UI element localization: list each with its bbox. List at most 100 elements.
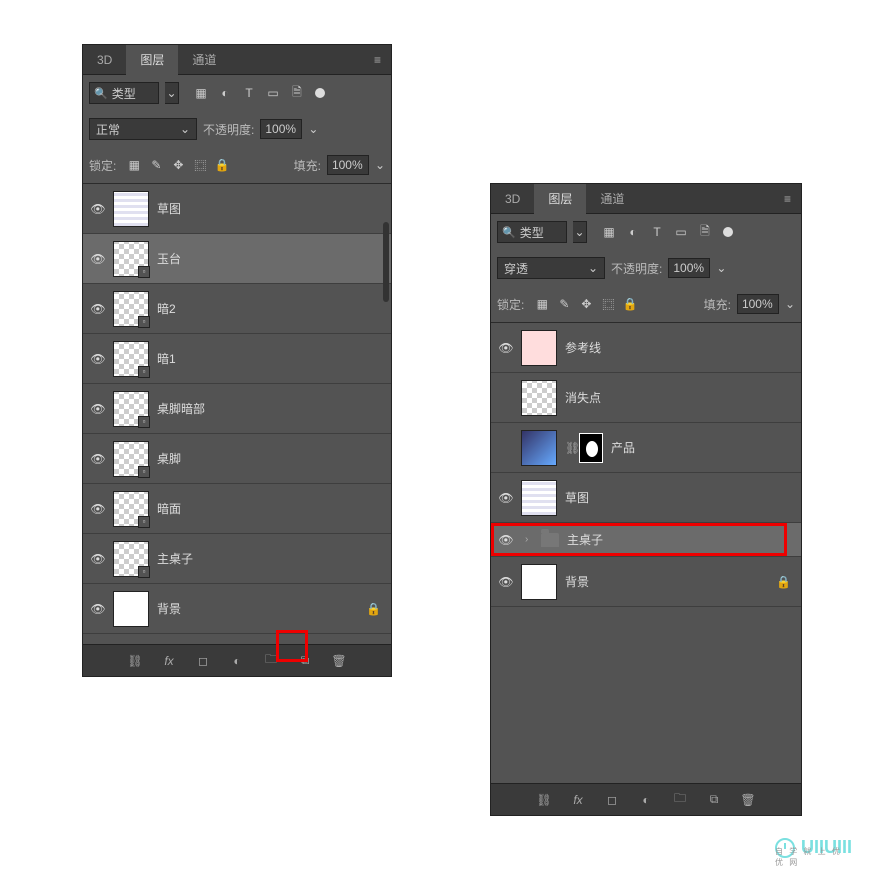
layer-row[interactable]: 背景🔒 <box>491 557 801 607</box>
chevron-down-icon[interactable]: ⌄ <box>375 158 385 172</box>
layer-thumbnail[interactable] <box>113 591 149 627</box>
opacity-input[interactable]: 100% <box>668 258 710 278</box>
lock-paint-icon[interactable]: ✎ <box>556 296 572 312</box>
blend-mode-select[interactable]: 正常 ⌄ <box>89 118 197 140</box>
panel-menu-icon[interactable]: ≡ <box>774 192 801 206</box>
layer-row[interactable]: 草图 <box>83 184 391 234</box>
layer-row[interactable]: ⛓产品 <box>491 423 801 473</box>
filter-smart-icon[interactable]: 🗎 <box>697 224 713 240</box>
layer-name[interactable]: 消失点 <box>565 389 791 406</box>
lock-all-icon[interactable]: 🔒 <box>214 157 230 173</box>
chevron-down-icon[interactable]: ⌄ <box>716 261 726 275</box>
layer-name[interactable]: 主桌子 <box>157 550 381 567</box>
new-group-icon[interactable]: 🗀 <box>671 791 689 809</box>
layer-name[interactable]: 暗2 <box>157 300 381 317</box>
visibility-toggle[interactable] <box>491 341 521 355</box>
layer-thumbnail[interactable] <box>521 380 557 416</box>
layer-row[interactable]: 参考线 <box>491 323 801 373</box>
tab-3d[interactable]: 3D <box>83 45 126 75</box>
layer-filter-select[interactable]: 🔍 类型 <box>89 82 159 104</box>
lock-paint-icon[interactable]: ✎ <box>148 157 164 173</box>
layer-row[interactable]: 消失点 <box>491 373 801 423</box>
layer-row[interactable]: ▫ 桌脚 <box>83 434 391 484</box>
visibility-toggle[interactable] <box>83 552 113 566</box>
layer-thumbnail[interactable] <box>521 564 557 600</box>
layer-name[interactable]: 桌脚暗部 <box>157 400 381 417</box>
filter-type-icon[interactable]: T <box>649 224 665 240</box>
visibility-toggle[interactable] <box>83 402 113 416</box>
fill-input[interactable]: 100% <box>327 155 369 175</box>
layer-row[interactable]: 背景🔒 <box>83 584 391 634</box>
visibility-toggle[interactable] <box>83 252 113 266</box>
visibility-toggle[interactable] <box>83 602 113 616</box>
adjustment-icon[interactable]: ◐ <box>228 652 246 670</box>
layer-thumbnail[interactable] <box>521 480 557 516</box>
filter-toggle-icon[interactable] <box>315 88 325 98</box>
filter-pixel-icon[interactable]: ▦ <box>601 224 617 240</box>
lock-artboard-icon[interactable]: ⿴ <box>192 157 208 173</box>
lock-artboard-icon[interactable]: ⿴ <box>600 296 616 312</box>
layer-name[interactable]: 草图 <box>565 489 791 506</box>
layer-thumbnail[interactable]: ▫ <box>113 391 149 427</box>
filter-smart-icon[interactable]: 🗎 <box>289 85 305 101</box>
layer-name[interactable]: 暗1 <box>157 350 381 367</box>
tab-3d[interactable]: 3D <box>491 184 534 214</box>
layer-name[interactable]: 玉台 <box>157 250 381 267</box>
adjustment-icon[interactable]: ◐ <box>637 791 655 809</box>
layer-row[interactable]: ▫ 暗面 <box>83 484 391 534</box>
visibility-toggle[interactable] <box>83 502 113 516</box>
filter-pixel-icon[interactable]: ▦ <box>193 85 209 101</box>
delete-icon[interactable]: 🗑 <box>739 791 757 809</box>
filter-type-icon[interactable]: T <box>241 85 257 101</box>
link-layers-icon[interactable]: ⛓ <box>126 652 144 670</box>
layer-thumbnail[interactable] <box>521 330 557 366</box>
lock-position-icon[interactable]: ✥ <box>578 296 594 312</box>
layer-thumbnail[interactable] <box>521 430 557 466</box>
lock-transparency-icon[interactable]: ▦ <box>126 157 142 173</box>
tab-layers[interactable]: 图层 <box>126 45 178 75</box>
blend-mode-select[interactable]: 穿透 ⌄ <box>497 257 605 279</box>
layer-thumbnail[interactable]: ▫ <box>113 441 149 477</box>
layer-row[interactable]: ▫主桌子 <box>83 534 391 584</box>
tab-layers[interactable]: 图层 <box>534 184 586 214</box>
filter-shape-icon[interactable]: ▭ <box>265 85 281 101</box>
filter-adjust-icon[interactable]: ◐ <box>217 85 233 101</box>
layer-row[interactable]: ▫ 暗2 <box>83 284 391 334</box>
new-layer-icon[interactable]: ⧉ <box>296 652 314 670</box>
lock-transparency-icon[interactable]: ▦ <box>534 296 550 312</box>
layer-thumbnail[interactable] <box>113 191 149 227</box>
visibility-toggle[interactable] <box>491 533 521 547</box>
layer-name[interactable]: 桌脚 <box>157 450 381 467</box>
filter-toggle-icon[interactable] <box>723 227 733 237</box>
chevron-down-icon[interactable]: ⌄ <box>785 297 795 311</box>
visibility-toggle[interactable] <box>83 202 113 216</box>
layer-thumbnail[interactable]: ▫ <box>113 241 149 277</box>
expand-chevron-icon[interactable]: › <box>525 534 537 545</box>
scrollbar-thumb[interactable] <box>383 222 389 302</box>
layer-name[interactable]: 暗面 <box>157 500 381 517</box>
tab-channels[interactable]: 通道 <box>178 45 230 75</box>
mask-icon[interactable]: ◻ <box>603 791 621 809</box>
layer-thumbnail[interactable]: ▫ <box>113 291 149 327</box>
new-group-icon[interactable]: 🗀 <box>262 652 280 670</box>
filter-adjust-icon[interactable]: ◐ <box>625 224 641 240</box>
visibility-toggle[interactable] <box>83 352 113 366</box>
panel-menu-icon[interactable]: ≡ <box>364 53 391 67</box>
visibility-toggle[interactable] <box>83 452 113 466</box>
fx-icon[interactable]: fx <box>160 652 178 670</box>
layer-thumbnail[interactable]: ▫ <box>113 491 149 527</box>
layer-row[interactable]: ▫ 玉台 <box>83 234 391 284</box>
layer-name[interactable]: 参考线 <box>565 339 791 356</box>
delete-icon[interactable]: 🗑 <box>330 652 348 670</box>
link-layers-icon[interactable]: ⛓ <box>535 791 553 809</box>
mask-icon[interactable]: ◻ <box>194 652 212 670</box>
fx-icon[interactable]: fx <box>569 791 587 809</box>
visibility-toggle[interactable] <box>491 491 521 505</box>
opacity-input[interactable]: 100% <box>260 119 302 139</box>
filter-dropdown-icon[interactable]: ⌄ <box>573 221 587 243</box>
lock-all-icon[interactable]: 🔒 <box>622 296 638 312</box>
layer-name[interactable]: 草图 <box>157 200 381 217</box>
layer-row[interactable]: ▫ 桌脚暗部 <box>83 384 391 434</box>
layer-mask-thumbnail[interactable] <box>579 433 603 463</box>
link-icon[interactable]: ⛓ <box>565 441 579 455</box>
